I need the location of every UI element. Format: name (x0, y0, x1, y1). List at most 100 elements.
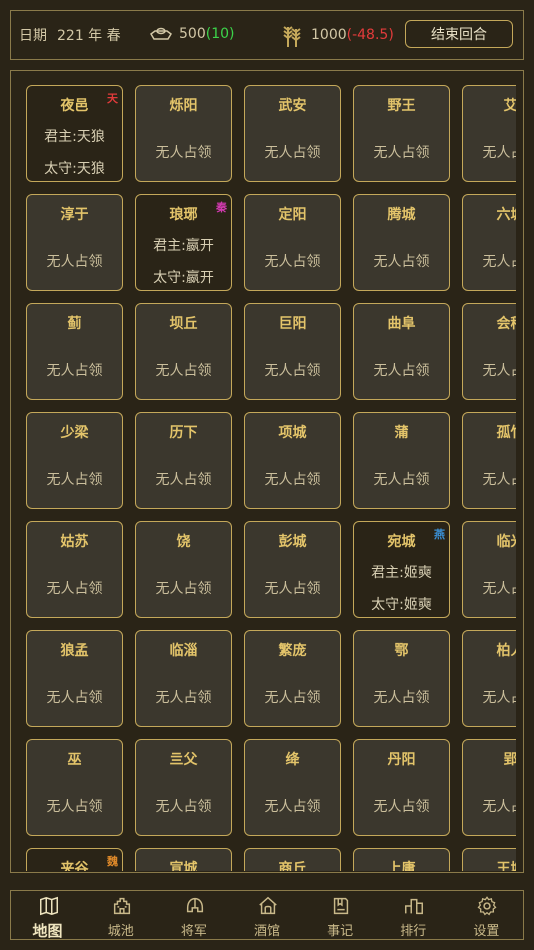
city-status: 无人占领 (373, 145, 430, 161)
city-name: 姑苏 (60, 534, 89, 550)
city-cell[interactable]: 夹谷魏 (26, 848, 123, 871)
faction-badge: 天 (107, 92, 118, 105)
city-status: 无人占领 (264, 799, 321, 815)
date-value: 221 年 春 (57, 28, 121, 44)
city-lord: 君主:天狼 (44, 129, 105, 145)
city-cell[interactable]: 腾城 无人占领 (353, 194, 450, 291)
city-cell[interactable]: 野王 无人占领 (353, 85, 450, 182)
faction-badge: 秦 (216, 201, 227, 214)
city-name: 淳于 (60, 207, 89, 223)
city-status: 无人占领 (46, 472, 103, 488)
city-name: 历下 (169, 425, 198, 441)
city-cell[interactable]: 武安 无人占领 (244, 85, 341, 182)
city-cell[interactable]: 宛城燕君主:姬奭 太守:姬奭 (353, 521, 450, 618)
city-name: 王城 (496, 861, 517, 871)
nav-label: 排行 (400, 924, 427, 939)
city-cell[interactable]: 鄂无人占领 (353, 630, 450, 727)
city-cell[interactable]: 烁阳 无人占领 (135, 85, 232, 182)
city-cell[interactable]: 孤竹无人占领 (462, 412, 516, 509)
city-name: 孤竹 (496, 425, 517, 441)
top-status-bar: 日期 221 年 春 500 (10) 1000 (-48.5) 结束回合 (10, 10, 524, 60)
city-name: 宣城 (169, 861, 198, 871)
city-cell[interactable]: 巨阳 无人占领 (244, 303, 341, 400)
city-cell[interactable]: 亖父 无人占领 (135, 739, 232, 836)
city-name: 郢 (463, 749, 517, 769)
city-cell[interactable]: 绛无人占领 (244, 739, 341, 836)
city-cell[interactable]: 历下 无人占领 (135, 412, 232, 509)
city-cell[interactable]: 柏人无人占领 (462, 630, 516, 727)
city-cell[interactable]: 六城无人占领 (462, 194, 516, 291)
nav-label: 设置 (473, 924, 500, 939)
city-cell[interactable]: 曲阜 无人占领 (353, 303, 450, 400)
city-status: 无人占领 (373, 690, 430, 706)
city-status: 无人占领 (373, 363, 430, 379)
city-name: 巨阳 (278, 316, 307, 332)
city-status: 无人占领 (155, 581, 212, 597)
city-cell[interactable]: 临光无人占领 (462, 521, 516, 618)
gold-delta: (10) (205, 26, 235, 42)
nav-label: 酒馆 (253, 924, 280, 939)
city-cell[interactable]: 蓟无人占领 (26, 303, 123, 400)
nav-item[interactable]: 地图 (13, 891, 83, 940)
city-status: 无人占领 (155, 363, 212, 379)
nav-item[interactable]: 事记 (305, 891, 375, 939)
city-status: 无人占领 (373, 472, 430, 488)
nav-label: 事记 (327, 924, 354, 939)
gold-display: 500 (10) (149, 25, 234, 43)
map-panel: 夜邑天君主:天狼太守:天狼烁阳无人占领武安无人占领野王无人占领艾无人占领淳于无人… (10, 70, 524, 873)
city-cell[interactable]: 临淄 无人占领 (135, 630, 232, 727)
city-name: 饶 (176, 534, 191, 550)
city-name: 绛 (285, 752, 300, 768)
city-name: 繁庞 (278, 643, 307, 659)
city-cell[interactable]: 夜邑天君主:天狼 太守:天狼 (26, 85, 123, 182)
city-cell[interactable]: 艾无人占领 (462, 85, 516, 182)
city-cell[interactable]: 上庸 (353, 848, 450, 871)
city-cell[interactable]: 王城 (462, 848, 516, 871)
date-label: 日期 (19, 28, 47, 44)
city-cell[interactable]: 定阳 无人占领 (244, 194, 341, 291)
city-status: 无人占领 (482, 581, 517, 597)
city-cell[interactable]: 项城 无人占领 (244, 412, 341, 509)
city-cell[interactable]: 商丘 (244, 848, 341, 871)
city-lord: 君主:姬奭 (371, 565, 432, 581)
helmet-icon (186, 897, 203, 913)
city-status: 无人占领 (482, 472, 517, 488)
city-cell[interactable]: 丹阳 无人占领 (353, 739, 450, 836)
city-cell[interactable]: 饶无人占领 (135, 521, 232, 618)
nav-item[interactable]: 将军 (159, 891, 229, 939)
city-name: 野王 (387, 98, 416, 114)
city-status: 无人占领 (264, 363, 321, 379)
city-cell[interactable]: 繁庞 无人占领 (244, 630, 341, 727)
city-cell[interactable]: 巫无人占领 (26, 739, 123, 836)
city-status: 无人占领 (264, 690, 321, 706)
nav-item[interactable]: 酒馆 (232, 891, 302, 939)
city-name: 会稽 (496, 316, 517, 332)
city-cell[interactable]: 宣城 (135, 848, 232, 871)
grain-delta: (-48.5) (346, 27, 394, 43)
city-icon (113, 897, 130, 915)
city-cell[interactable]: 彭城 无人占领 (244, 521, 341, 618)
city-cell[interactable]: 少梁 无人占领 (26, 412, 123, 509)
city-name: 鄂 (394, 643, 409, 659)
city-status: 无人占领 (264, 581, 321, 597)
city-status: 无人占领 (373, 799, 430, 815)
city-cell[interactable]: 郢无人占领 (462, 739, 516, 836)
nav-item[interactable]: 城池 (86, 891, 156, 939)
city-status: 无人占领 (482, 799, 517, 815)
city-cell[interactable]: 会稽无人占领 (462, 303, 516, 400)
city-cell[interactable]: 琅琊秦君主:嬴开 太守:嬴开 (135, 194, 232, 291)
nav-item[interactable]: 设置 (451, 891, 521, 939)
city-name: 亖父 (169, 752, 198, 768)
city-cell[interactable]: 姑苏 无人占领 (26, 521, 123, 618)
city-name: 蓟 (67, 316, 82, 332)
city-cell[interactable]: 狼孟 无人占领 (26, 630, 123, 727)
grain-display: 1000 (-48.5) (279, 21, 394, 49)
end-turn-button[interactable]: 结束回合 (405, 20, 513, 48)
city-cell[interactable]: 淳于 无人占领 (26, 194, 123, 291)
city-name: 商丘 (278, 861, 307, 871)
city-cell[interactable]: 坝丘 无人占领 (135, 303, 232, 400)
city-cell[interactable]: 蒲无人占领 (353, 412, 450, 509)
city-name: 烁阳 (169, 98, 198, 114)
faction-badge: 魏 (107, 855, 118, 868)
nav-item[interactable]: 排行 (378, 891, 448, 939)
